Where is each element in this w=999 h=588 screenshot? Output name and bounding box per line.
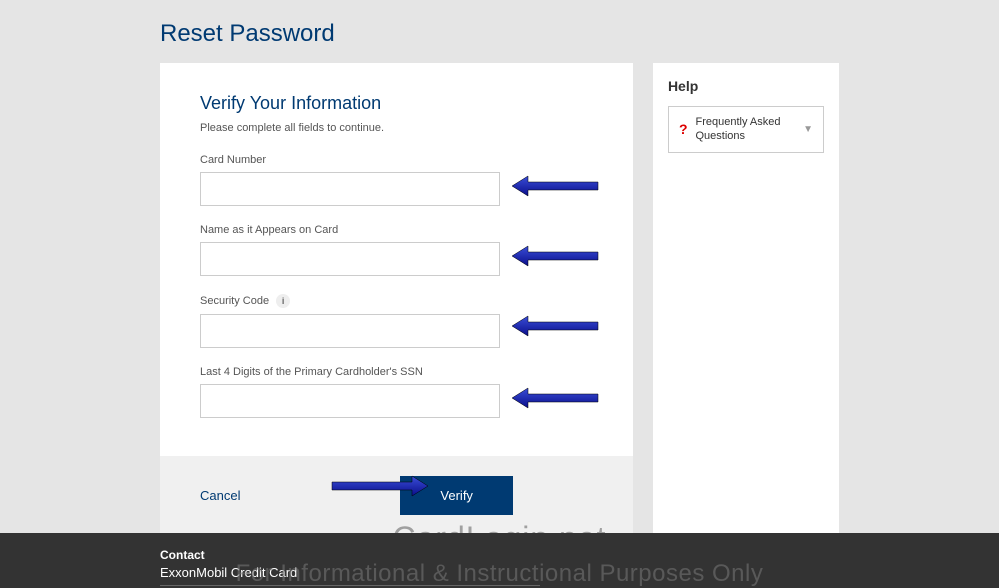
input-name-on-card[interactable] [200, 242, 500, 276]
help-title: Help [668, 78, 824, 94]
field-card-number: Card Number [200, 154, 593, 206]
form-heading: Verify Your Information [200, 93, 593, 114]
label-name-on-card: Name as it Appears on Card [200, 224, 593, 236]
page-title: Reset Password [160, 20, 999, 48]
field-ssn-last4: Last 4 Digits of the Primary Cardholder'… [200, 366, 593, 418]
input-ssn-last4[interactable] [200, 384, 500, 418]
help-card: Help ? Frequently Asked Questions ▼ [653, 63, 839, 535]
verify-button[interactable]: Verify [400, 476, 513, 515]
form-footer: Cancel Verify [160, 456, 633, 535]
annotation-arrow-icon [510, 384, 600, 412]
cancel-button[interactable]: Cancel [200, 488, 240, 503]
footer-bar: Contact ExxonMobil Credit Card [0, 533, 999, 588]
contact-name: ExxonMobil Credit Card [160, 565, 540, 586]
label-ssn-last4: Last 4 Digits of the Primary Cardholder'… [200, 366, 593, 378]
annotation-arrow-icon [510, 242, 600, 270]
question-icon: ? [679, 121, 688, 137]
field-security-code: Security Code i [200, 294, 593, 348]
field-name-on-card: Name as it Appears on Card [200, 224, 593, 276]
contact-heading: Contact [160, 548, 839, 562]
annotation-arrow-icon [510, 312, 600, 340]
label-security-code: Security Code i [200, 294, 593, 308]
input-card-number[interactable] [200, 172, 500, 206]
input-security-code[interactable] [200, 314, 500, 348]
faq-label: Frequently Asked Questions [696, 115, 804, 144]
chevron-down-icon: ▼ [803, 124, 813, 135]
form-subtext: Please complete all fields to continue. [200, 122, 593, 134]
label-card-number: Card Number [200, 154, 593, 166]
form-card: Verify Your Information Please complete … [160, 63, 633, 535]
faq-dropdown[interactable]: ? Frequently Asked Questions ▼ [668, 106, 824, 153]
info-icon[interactable]: i [276, 294, 290, 308]
annotation-arrow-icon [510, 172, 600, 200]
